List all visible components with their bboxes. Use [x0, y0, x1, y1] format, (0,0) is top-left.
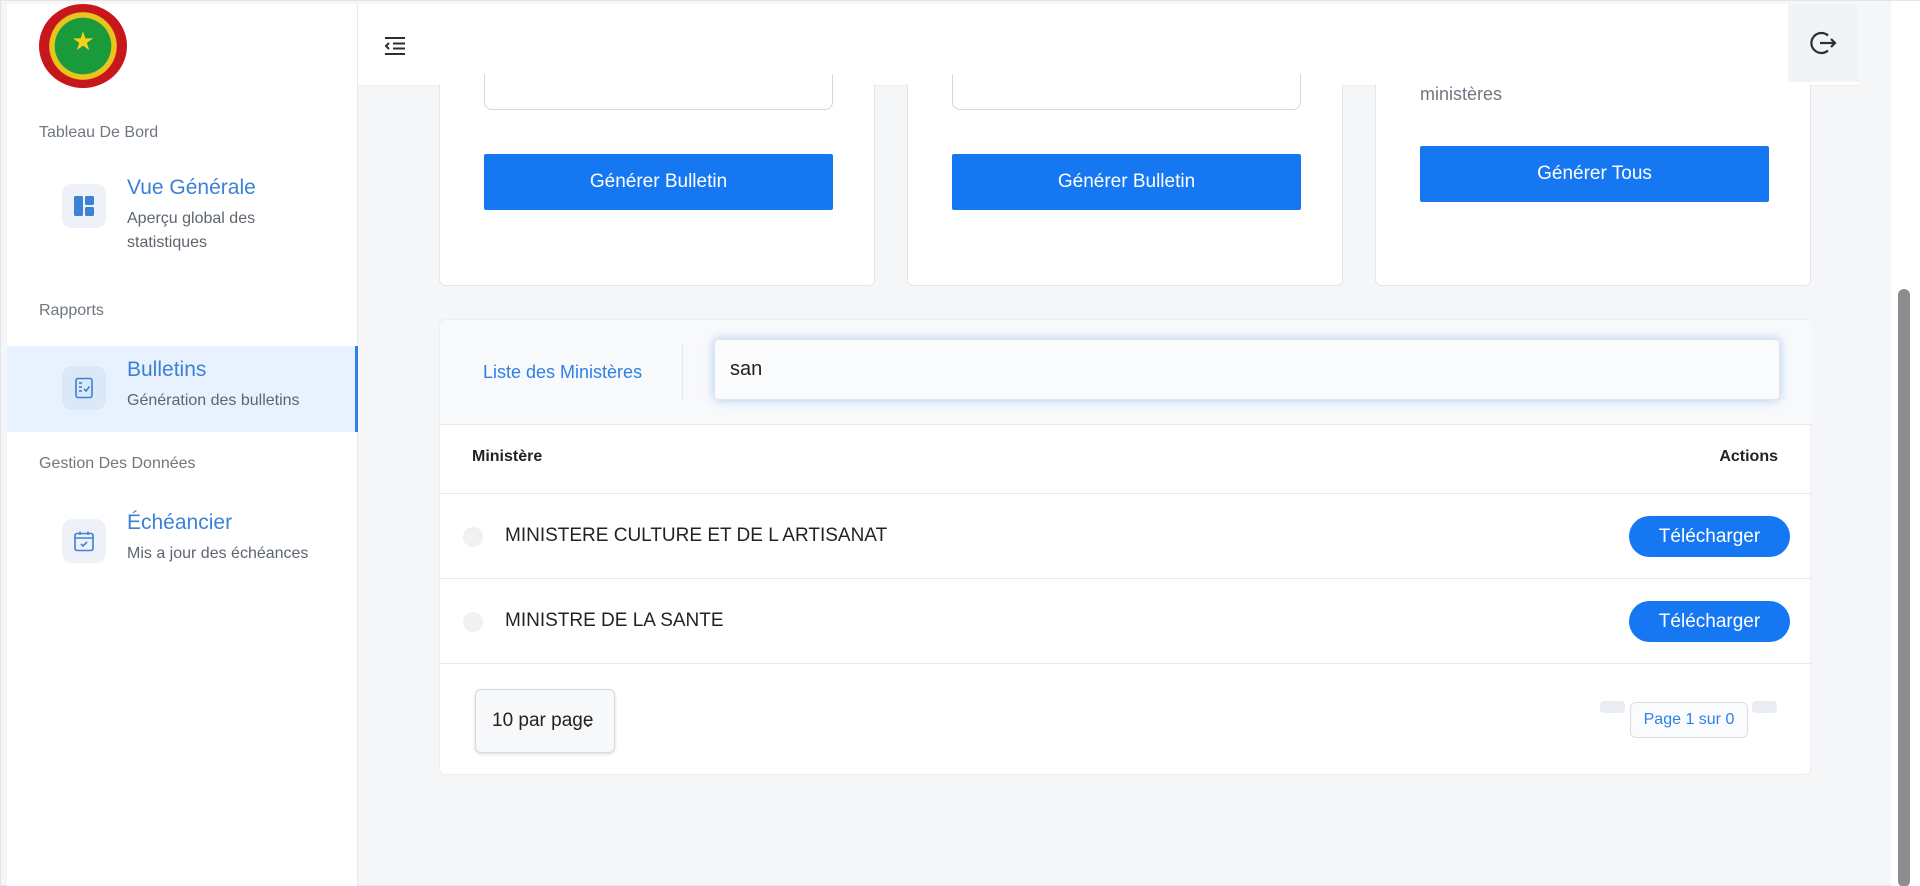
- search-input[interactable]: [714, 339, 1780, 400]
- logout-button[interactable]: [1788, 4, 1858, 82]
- ministries-list-panel: Liste des Ministères Ministère Actions M…: [439, 319, 1812, 775]
- sidebar-item-subtitle: Génération des bulletins: [127, 392, 300, 409]
- generate-all-button[interactable]: Générer Tous: [1420, 146, 1769, 202]
- page-size-select[interactable]: 10 par page ⌄: [475, 689, 615, 753]
- dashboard-icon: [62, 184, 106, 228]
- scrollbar-thumb[interactable]: [1898, 289, 1910, 886]
- column-header-ministere: Ministère: [472, 448, 543, 465]
- list-title: Liste des Ministères: [483, 362, 643, 382]
- national-emblem-logo: ★: [39, 4, 127, 88]
- card-select-field[interactable]: [952, 74, 1301, 110]
- sidebar-item-echeancier[interactable]: Échéancier Mis a jour des échéances: [7, 499, 358, 585]
- page-indicator: Page 1 sur 0: [1630, 702, 1748, 738]
- sidebar-item-bulletins[interactable]: Bulletins Génération des bulletins: [7, 346, 358, 432]
- generate-bulletin-button[interactable]: Générer Bulletin: [484, 154, 833, 210]
- ministry-name: MINISTRE DE LA SANTE: [505, 610, 724, 631]
- app-window: ★ Tableau De Bord Vue Générale Aperçu gl…: [0, 0, 1920, 886]
- star-icon: ★: [71, 26, 95, 56]
- generate-bulletin-button[interactable]: Générer Bulletin: [952, 154, 1301, 210]
- card-description: ministères: [1420, 84, 1503, 104]
- card-select-field[interactable]: [484, 74, 833, 110]
- nav-section-rapports: Rapports: [39, 302, 104, 319]
- sidebar: ★ Tableau De Bord Vue Générale Aperçu gl…: [7, 4, 358, 886]
- bulletin-card-2: Générer Bulletin: [907, 74, 1343, 286]
- column-header-actions: Actions: [1719, 448, 1778, 465]
- chevron-down-icon: ⌄: [582, 714, 594, 730]
- download-button[interactable]: Télécharger: [1629, 601, 1790, 642]
- sidebar-item-vue-generale[interactable]: Vue Générale Aperçu global des statistiq…: [7, 164, 358, 251]
- divider: [682, 344, 683, 400]
- table-row: MINISTRE DE LA SANTE Télécharger: [440, 579, 1812, 664]
- row-indicator: [463, 527, 483, 547]
- row-indicator: [463, 612, 483, 632]
- next-page-button[interactable]: [1752, 701, 1777, 713]
- sidebar-item-subtitle: Mis a jour des échéances: [127, 545, 309, 562]
- logout-icon: [1810, 31, 1837, 55]
- download-button[interactable]: Télécharger: [1629, 516, 1790, 557]
- ministry-name: MINISTERE CULTURE ET DE L ARTISANAT: [505, 525, 888, 546]
- document-check-icon: [62, 366, 106, 410]
- previous-page-button[interactable]: [1600, 701, 1625, 713]
- sidebar-item-title: Échéancier: [127, 511, 233, 534]
- generate-all-card: ministères Générer Tous: [1375, 84, 1811, 286]
- table-row: MINISTERE CULTURE ET DE L ARTISANAT Télé…: [440, 494, 1812, 579]
- list-header: Liste des Ministères: [440, 320, 1812, 425]
- nav-section-tableau-de-bord: Tableau De Bord: [39, 124, 159, 141]
- nav-section-gestion-des-donnees: Gestion Des Données: [39, 455, 196, 472]
- sidebar-item-subtitle: Aperçu global des statistiques: [127, 210, 256, 251]
- sidebar-item-title: Vue Générale: [127, 176, 256, 199]
- sidebar-item-title: Bulletins: [127, 358, 207, 381]
- bulletin-card-1: Générer Bulletin: [439, 74, 875, 286]
- menu-indent-icon[interactable]: [382, 34, 408, 58]
- calendar-check-icon: [62, 519, 106, 563]
- page-size-value: 10 par page: [492, 710, 594, 731]
